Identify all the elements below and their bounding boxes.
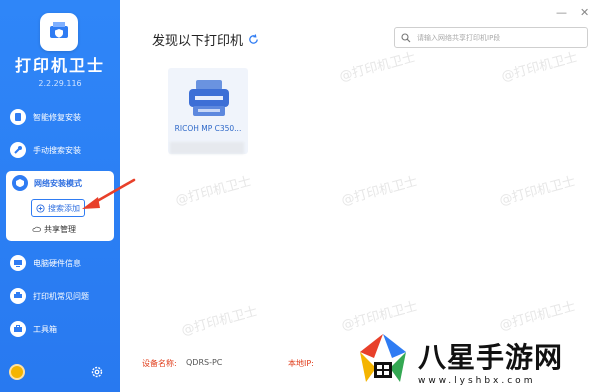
avatar[interactable] [9, 364, 25, 380]
gear-icon[interactable] [90, 365, 104, 379]
nav-subitem-share[interactable]: 共享管理 [32, 220, 76, 238]
watermark: @打印机卫士 [179, 304, 260, 339]
computer-icon [10, 255, 26, 271]
search-icon [401, 32, 411, 42]
printer-icon [189, 80, 229, 116]
app-title: 打印机卫士 [14, 56, 105, 75]
nav-item-faq[interactable]: 打印机常见问题 [10, 285, 114, 307]
search-box [394, 27, 588, 48]
network-icon [12, 175, 28, 191]
printer-icon [10, 288, 26, 304]
nav-item-smart-repair[interactable]: 智能修复安装 [10, 106, 114, 128]
repair-icon [10, 109, 26, 125]
watermark: @打印机卫士 [497, 174, 578, 209]
nav-label: 工具箱 [33, 324, 57, 334]
search-input[interactable] [417, 33, 587, 42]
local-ip-label: 本地IP: [288, 359, 314, 368]
nav-subitem-search-add[interactable]: 搜索添加 [31, 199, 85, 217]
watermark: @打印机卫士 [497, 299, 578, 334]
nav-item-network-mode[interactable]: 网络安装模式 [12, 175, 82, 191]
brand-logo [355, 330, 411, 386]
nav-label: 智能修复安装 [33, 112, 81, 122]
app-logo [40, 13, 78, 51]
cloud-icon [32, 226, 41, 232]
nav-label: 电脑硬件信息 [33, 258, 81, 268]
watermark: @打印机卫士 [173, 174, 254, 209]
minimize-button[interactable]: — [556, 6, 567, 19]
watermark: @打印机卫士 [499, 50, 580, 85]
refresh-icon[interactable] [248, 34, 259, 45]
section-title: 发现以下打印机 [152, 30, 259, 49]
brand-name: 八星手游网 [418, 341, 564, 374]
printer-name: RICOH MP C350... [174, 124, 242, 133]
nav-item-toolbox[interactable]: 工具箱 [10, 318, 114, 340]
section-title-text: 发现以下打印机 [152, 34, 244, 49]
printer-shield-icon [50, 22, 68, 38]
nav-item-hardware[interactable]: 电脑硬件信息 [10, 252, 114, 274]
device-name-label: 设备名称: [142, 359, 177, 368]
nav-label: 打印机常见问题 [33, 291, 89, 301]
annotation-arrow [82, 178, 136, 209]
sub-label: 共享管理 [44, 224, 76, 234]
nav-label: 网络安装模式 [34, 178, 82, 188]
watermark: @打印机卫士 [339, 174, 420, 209]
wrench-icon [10, 142, 26, 158]
plus-circle-icon [36, 203, 45, 213]
device-name-value: QDRS-PC [186, 358, 223, 367]
nav-item-manual-search[interactable]: 手动搜索安装 [10, 139, 114, 161]
sub-label: 搜索添加 [48, 203, 80, 213]
close-button[interactable]: ✕ [580, 6, 589, 19]
app-version: 2.2.29.116 [38, 79, 82, 88]
brand-url: www.lyshbx.com [418, 376, 536, 386]
nav-label: 手动搜索安装 [33, 145, 81, 155]
printer-ip-blurred [170, 142, 244, 154]
watermark: @打印机卫士 [337, 50, 418, 85]
toolbox-icon [10, 321, 26, 337]
